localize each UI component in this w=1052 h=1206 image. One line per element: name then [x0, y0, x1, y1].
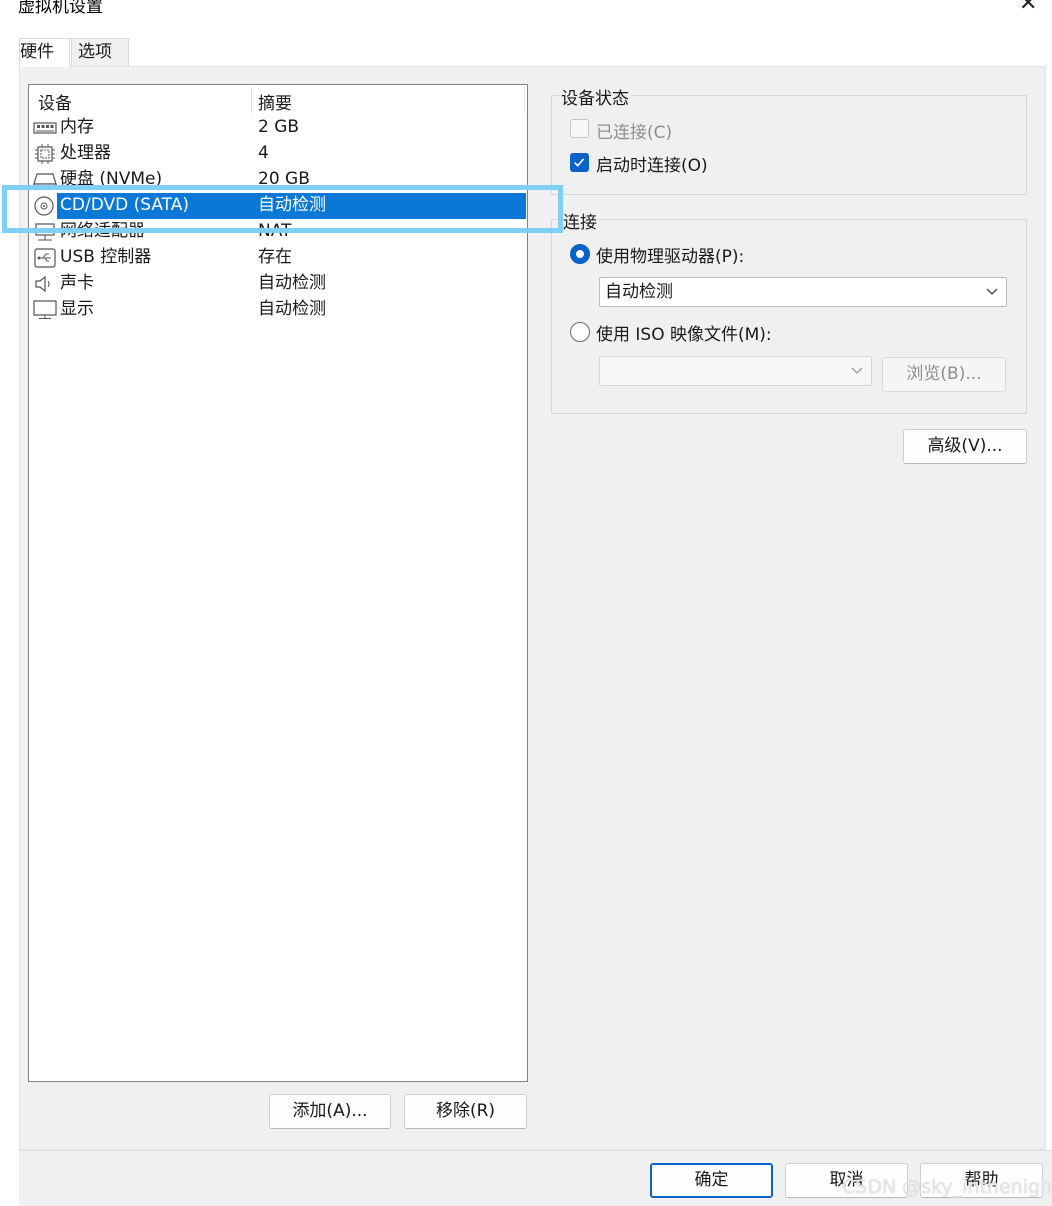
iso-image-label[interactable]: 使用 ISO 映像文件(M): — [596, 320, 772, 345]
device-name: 显示 — [60, 299, 94, 319]
remove-button[interactable]: 移除(R) — [404, 1094, 527, 1129]
device-name: 声卡 — [60, 273, 94, 293]
device-summary: 自动检测 — [258, 299, 326, 319]
add-button[interactable]: 添加(A)... — [269, 1094, 391, 1129]
physical-drive-radio[interactable] — [570, 244, 590, 264]
browse-button[interactable]: 浏览(B)... — [882, 357, 1006, 392]
device-row-cd-dvd[interactable]: CD/DVD (SATA) 自动检测 — [29, 193, 526, 219]
device-row-display[interactable]: 显示 自动检测 — [29, 297, 526, 323]
memory-icon — [33, 122, 57, 134]
ok-button[interactable]: 确定 — [650, 1163, 773, 1198]
device-summary: 4 — [258, 143, 269, 163]
physical-drive-label[interactable]: 使用物理驱动器(P): — [596, 242, 744, 267]
device-row-usb[interactable]: USB 控制器 存在 — [29, 245, 526, 271]
device-status-legend: 设备状态 — [559, 84, 631, 109]
cd-dvd-icon — [34, 196, 54, 216]
device-summary: 2 GB — [258, 117, 300, 137]
physical-drive-value: 自动检测 — [605, 282, 673, 302]
device-name: 网络适配器 — [60, 221, 145, 241]
device-summary: NAT — [258, 221, 292, 241]
physical-drive-select[interactable]: 自动检测 — [599, 277, 1007, 307]
chevron-down-icon — [986, 288, 998, 295]
device-summary: 自动检测 — [258, 195, 326, 215]
device-row-sound[interactable]: 声卡 自动检测 — [29, 271, 526, 297]
connected-label: 已连接(C) — [596, 123, 673, 143]
device-status-group — [551, 95, 1027, 195]
display-icon — [33, 300, 57, 319]
iso-path-select[interactable] — [599, 356, 872, 386]
tab-options[interactable]: 选项 — [71, 38, 129, 67]
checkmark-icon — [574, 158, 585, 167]
connect-on-start-label[interactable]: 启动时连接(O) — [596, 151, 708, 176]
sound-icon — [35, 275, 50, 293]
advanced-button[interactable]: 高级(V)... — [903, 429, 1027, 464]
device-row-network-adapter[interactable]: 网络适配器 NAT — [29, 219, 526, 245]
device-row-processor[interactable]: 处理器 4 — [29, 141, 526, 167]
device-row-hard-disk[interactable]: 硬盘 (NVMe) 20 GB — [29, 167, 526, 193]
device-name: CD/DVD (SATA) — [60, 195, 189, 215]
device-name: 处理器 — [60, 143, 111, 163]
iso-image-radio[interactable] — [570, 322, 590, 342]
device-summary: 20 GB — [258, 169, 310, 189]
device-name: USB 控制器 — [60, 247, 152, 267]
close-icon[interactable]: ✕ — [1019, 0, 1037, 16]
watermark: CSDN @sky_inthenight — [842, 1176, 1052, 1198]
column-divider — [524, 87, 525, 113]
connected-checkbox[interactable] — [570, 119, 589, 138]
device-name: 硬盘 (NVMe) — [60, 169, 163, 189]
usb-icon — [34, 248, 56, 268]
processor-icon — [35, 144, 55, 164]
hard-disk-icon — [33, 173, 57, 190]
column-header-device[interactable]: 设备 — [38, 89, 72, 114]
window-title: 虚拟机设置 — [18, 0, 103, 17]
column-divider — [251, 87, 252, 113]
device-summary: 存在 — [258, 247, 292, 267]
column-header-summary[interactable]: 摘要 — [258, 89, 292, 114]
network-adapter-icon — [35, 223, 55, 241]
device-row-memory[interactable]: 内存 2 GB — [29, 115, 526, 141]
chevron-down-icon — [851, 367, 863, 374]
connection-legend: 连接 — [561, 208, 599, 233]
tab-hardware[interactable]: 硬件 — [19, 38, 70, 67]
connect-on-start-checkbox[interactable] — [570, 153, 589, 172]
device-summary: 自动检测 — [258, 273, 326, 293]
device-name: 内存 — [60, 117, 94, 137]
